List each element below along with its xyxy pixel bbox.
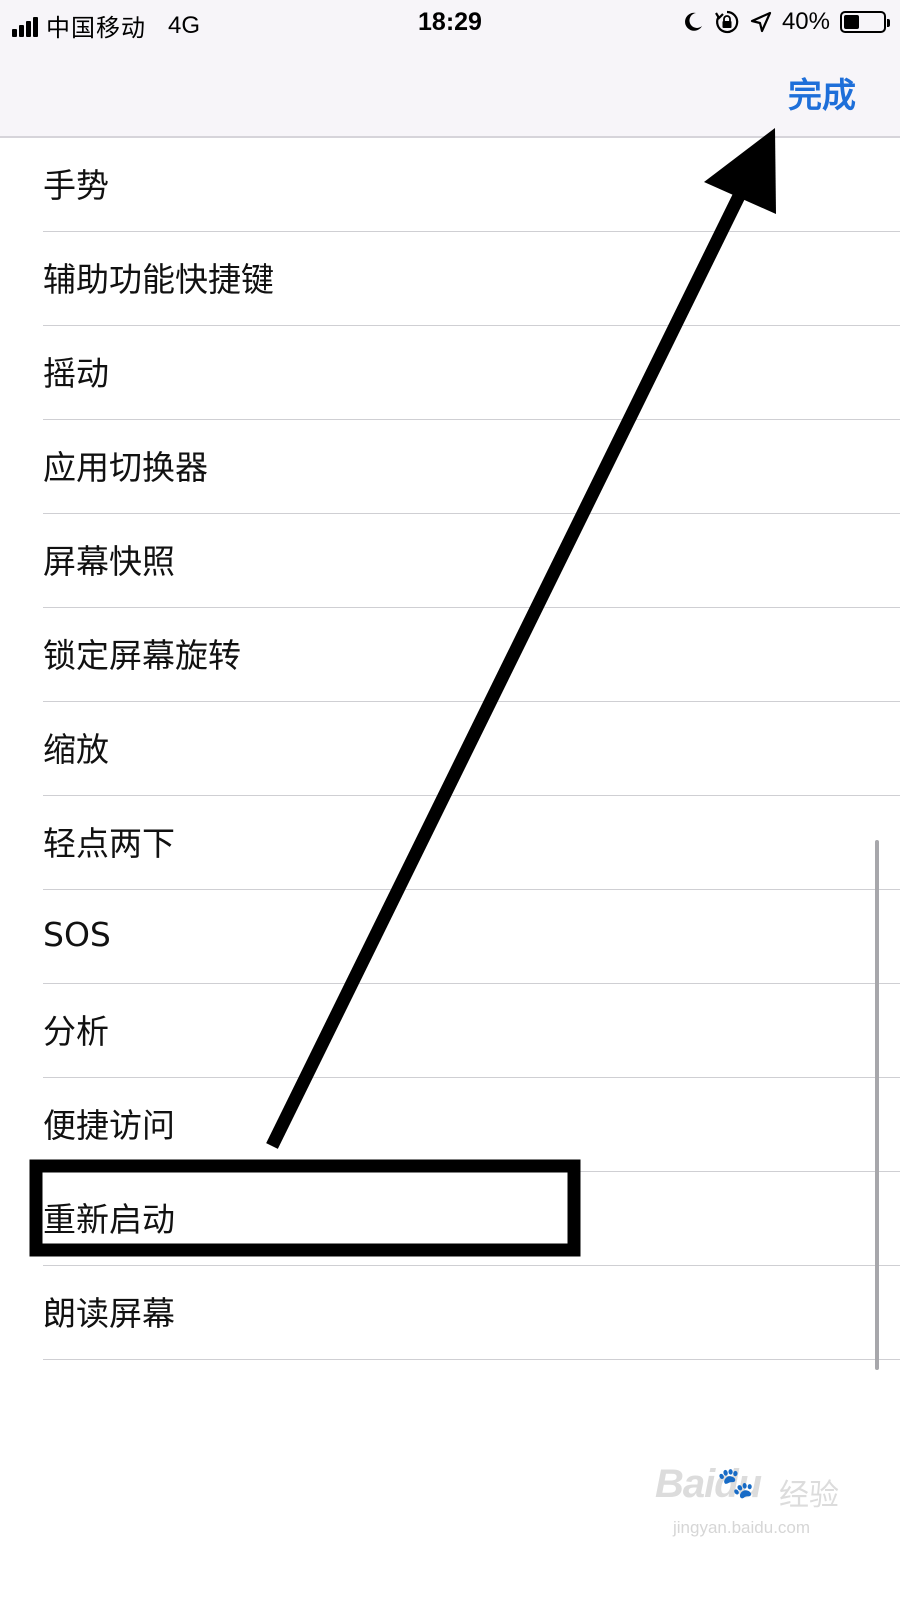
scroll-indicator[interactable] [875, 840, 879, 1370]
menu-item[interactable]: 辅助功能快捷键 [43, 232, 900, 326]
menu-item-label: 锁定屏幕旋转 [43, 635, 241, 675]
menu-item-label: 摇动 [43, 353, 109, 393]
paw-icon: 🐾 [717, 1467, 755, 1500]
battery-fill [844, 15, 860, 29]
menu-item-label: 朗读屏幕 [43, 1293, 175, 1333]
menu-item[interactable]: 缩放 [43, 702, 900, 796]
menu-item-label: 屏幕快照 [43, 541, 175, 581]
status-right: 40% [682, 8, 890, 36]
watermark-cn: 经验 [779, 1479, 839, 1512]
menu-item-label: 缩放 [43, 729, 109, 769]
menu-item-label: 辅助功能快捷键 [43, 259, 274, 299]
menu-item[interactable]: 摇动 [43, 326, 900, 420]
menu-item[interactable]: 手势 [43, 138, 900, 232]
menu-item-label: 便捷访问 [43, 1105, 175, 1145]
menu-item-label: SOS [43, 915, 111, 954]
status-bar: 中国移动 4G 18:29 40% [0, 0, 900, 46]
battery-icon [840, 11, 890, 33]
rotation-lock-icon [715, 10, 739, 34]
menu-item[interactable]: 轻点两下 [43, 796, 900, 890]
menu-item[interactable]: 朗读屏幕 [43, 1266, 900, 1360]
menu-item[interactable]: 重新启动 [43, 1172, 900, 1266]
battery-percent: 40% [781, 8, 830, 35]
baidu-watermark: Baidu 🐾 经验 jingyan.baidu.com [655, 1462, 855, 1562]
menu-item[interactable]: 屏幕快照 [43, 514, 900, 608]
done-button[interactable]: 完成 [788, 68, 856, 117]
action-list: 手势辅助功能快捷键 摇动应用切换器屏幕快照锁定屏幕旋转 缩放轻点两下 SOS 分析便捷访… [0, 138, 900, 1360]
menu-item[interactable]: SOS [43, 890, 900, 984]
menu-item-label: 轻点两下 [43, 823, 175, 863]
menu-item-label: 手势 [43, 165, 109, 205]
watermark-url: jingyan.baidu.com [673, 1518, 811, 1537]
menu-item[interactable]: 分析 [43, 984, 900, 1078]
menu-item[interactable]: 便捷访问 [43, 1078, 900, 1172]
location-icon [750, 11, 772, 33]
nav-bar: 完成 [0, 46, 900, 138]
menu-item[interactable]: 锁定屏幕旋转 [43, 608, 900, 702]
menu-item-label: 分析 [43, 1011, 109, 1051]
menu-item-label: 应用切换器 [43, 447, 208, 487]
moon-icon [685, 12, 702, 31]
menu-item-label: 重新启动 [43, 1199, 175, 1239]
menu-item[interactable]: 应用切换器 [43, 420, 900, 514]
